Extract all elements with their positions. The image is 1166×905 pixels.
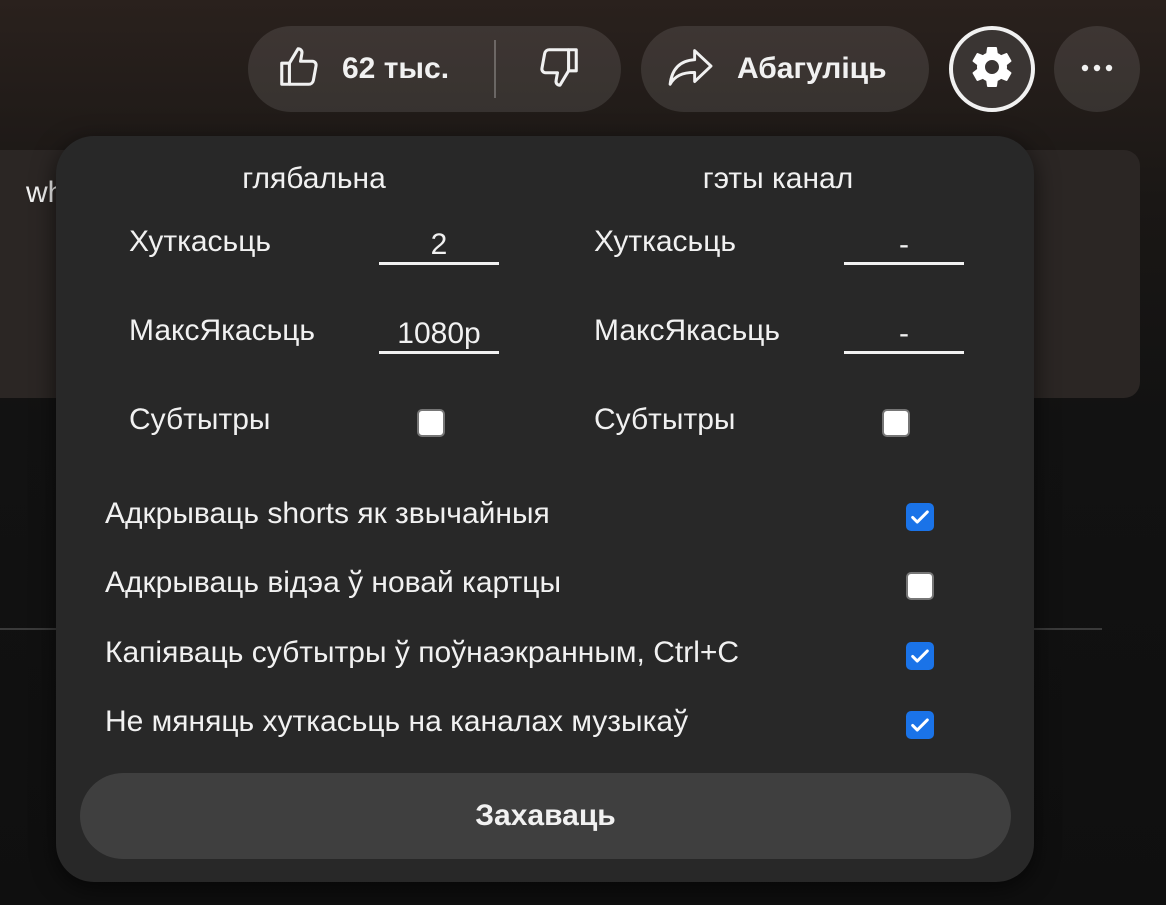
channel-speed-input[interactable]: -	[844, 225, 964, 265]
channel-quality-label: МаксЯкасьць	[594, 314, 781, 347]
check-icon	[911, 510, 929, 524]
channel-subtitles-checkbox[interactable]	[882, 409, 910, 437]
option-shorts-label: Адкрываць shorts як звычайныя	[105, 497, 550, 530]
check-icon	[911, 649, 929, 663]
global-heading: глябальна	[242, 162, 386, 195]
settings-popup: глябальна гэты канал Хуткасьць 2 Хуткась…	[56, 136, 1034, 882]
channel-heading: гэты канал	[702, 162, 854, 195]
global-speed-label: Хуткасьць	[129, 225, 272, 258]
share-icon	[667, 47, 715, 92]
channel-quality-input[interactable]: -	[844, 314, 964, 354]
global-subtitles-checkbox[interactable]	[417, 409, 445, 437]
option-copy-subtitles-label: Капіяваць субтытры ў поўнаэкранным, Ctrl…	[105, 636, 740, 669]
share-label: Абагуліць	[737, 52, 887, 85]
channel-subtitles-label: Субтытры	[594, 403, 736, 436]
option-copy-subtitles-checkbox[interactable]	[906, 642, 934, 670]
thumbs-up-icon	[276, 44, 322, 95]
option-music-speed-checkbox[interactable]	[906, 711, 934, 739]
global-subtitles-label: Субтытры	[129, 403, 271, 436]
global-speed-input[interactable]: 2	[379, 225, 499, 265]
gear-icon	[968, 43, 1016, 96]
save-close-button[interactable]: Захаваць	[80, 773, 1011, 859]
like-button[interactable]: 62 тыс.	[248, 26, 494, 112]
global-quality-input[interactable]: 1080p	[379, 314, 499, 354]
more-icon	[1077, 60, 1117, 78]
option-new-tab-checkbox[interactable]	[906, 572, 934, 600]
global-quality-label: МаксЯкасьць	[129, 314, 316, 347]
channel-speed-label: Хуткасьць	[594, 225, 737, 258]
option-music-speed-label: Не мяняць хуткасьць на каналах музыкаў	[105, 705, 689, 738]
share-button[interactable]: Абагуліць	[641, 26, 929, 112]
like-dislike-group: 62 тыс.	[248, 26, 621, 112]
share-button-pill: Абагуліць	[641, 26, 929, 112]
dislike-button[interactable]	[496, 26, 621, 112]
like-count: 62 тыс.	[342, 52, 450, 85]
thumbs-down-icon	[536, 44, 582, 95]
option-shorts-checkbox[interactable]	[906, 503, 934, 531]
option-new-tab-label: Адкрываць відэа ў новай картцы	[105, 566, 562, 599]
settings-gear-button[interactable]	[949, 26, 1035, 112]
more-actions-button[interactable]	[1054, 26, 1140, 112]
check-icon	[911, 718, 929, 732]
